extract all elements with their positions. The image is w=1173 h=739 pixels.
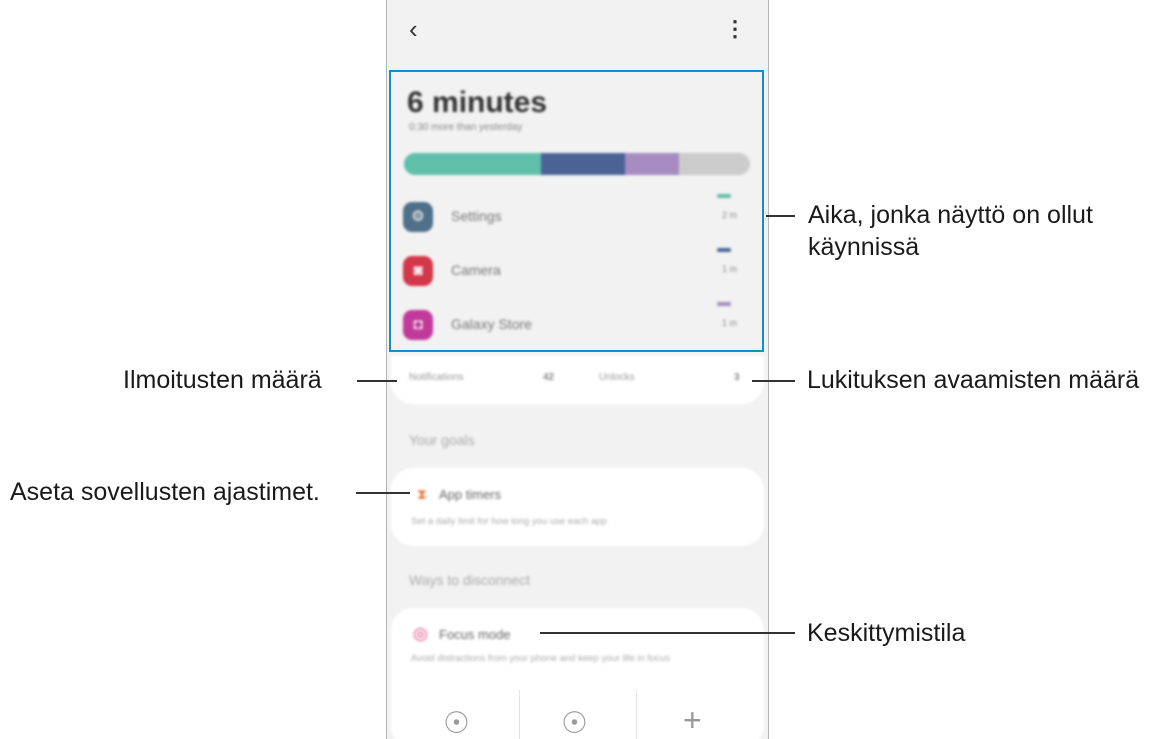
hourglass-icon: ⧗ <box>417 486 427 502</box>
focus-mode-description: Avoid distractions from your phone and k… <box>411 653 671 664</box>
more-options-icon[interactable]: ⋮ <box>724 16 746 42</box>
disconnect-section-title: Ways to disconnect <box>409 572 530 588</box>
app-timers-title: App timers <box>439 487 502 502</box>
focus-study-icon[interactable]: ☉ <box>561 706 588 739</box>
callout-line-screen-time <box>766 215 795 217</box>
focus-work-icon[interactable]: ☉ <box>443 706 470 739</box>
app-timers-description: Set a daily limit for how long you use e… <box>411 516 607 527</box>
unlocks-count[interactable]: 3 <box>734 372 740 383</box>
focus-mode-title: Focus mode <box>439 627 511 642</box>
divider <box>519 690 520 739</box>
top-bar: ‹ ⋮ <box>387 0 768 66</box>
add-icon[interactable]: + <box>683 702 702 739</box>
back-icon[interactable]: ‹ <box>409 14 418 45</box>
target-icon: ◎ <box>413 624 428 643</box>
notifications-count[interactable]: 42 <box>543 372 554 383</box>
callout-focus-mode: Keskittymistila <box>807 619 966 647</box>
callout-screen-time-text: Aika, jonka näyttö on ollut <box>808 201 1093 229</box>
goals-section-title: Your goals <box>409 432 475 448</box>
callout-screen-time: Aika, jonka näyttö on ollut käynnissä <box>808 199 1093 263</box>
callout-line-focus-mode <box>540 632 795 634</box>
divider <box>636 690 637 739</box>
callout-line-unlocks <box>752 380 795 382</box>
notifications-label: Notifications <box>409 372 464 383</box>
app-timers-card[interactable]: ⧗ App timers Set a daily limit for how l… <box>391 468 764 546</box>
callout-line-notifications <box>357 380 397 382</box>
screen-time-highlight-box <box>389 70 764 352</box>
callout-notifications: Ilmoitusten määrä <box>123 366 322 394</box>
callout-unlocks: Lukituksen avaamisten määrä <box>807 366 1140 394</box>
callout-app-timers: Aseta sovellusten ajastimet. <box>10 478 320 506</box>
stats-card: Notifications 42 Unlocks 3 <box>391 356 764 404</box>
unlocks-label: Unlocks <box>599 372 635 383</box>
callout-screen-time-text-2: käynnissä <box>808 233 920 261</box>
callout-line-app-timers <box>356 492 410 494</box>
